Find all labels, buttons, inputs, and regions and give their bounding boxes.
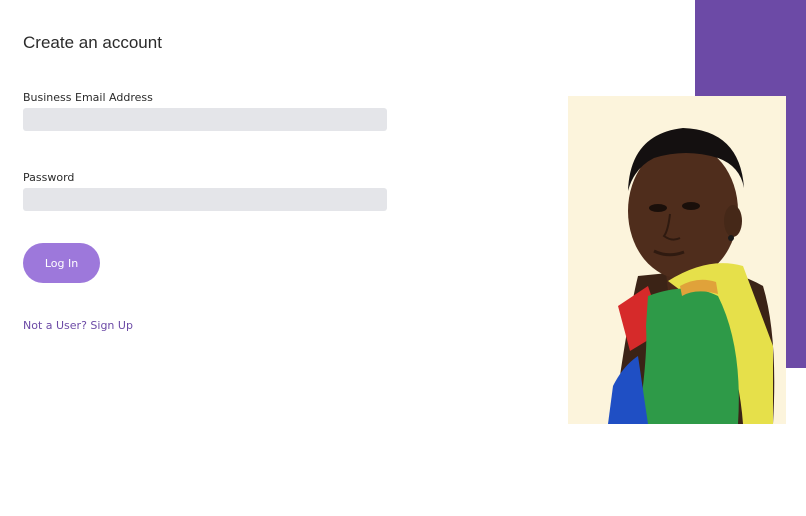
password-label: Password <box>23 171 75 184</box>
portrait-image <box>568 96 786 424</box>
email-field[interactable] <box>23 108 387 131</box>
password-field[interactable] <box>23 188 387 211</box>
page-title: Create an account <box>23 33 162 52</box>
login-button[interactable]: Log In <box>23 243 100 283</box>
signup-page: Create an account Business Email Address… <box>0 0 806 516</box>
signup-link[interactable]: Not a User? Sign Up <box>23 319 133 332</box>
email-label: Business Email Address <box>23 91 153 104</box>
portrait-photo <box>568 96 786 424</box>
